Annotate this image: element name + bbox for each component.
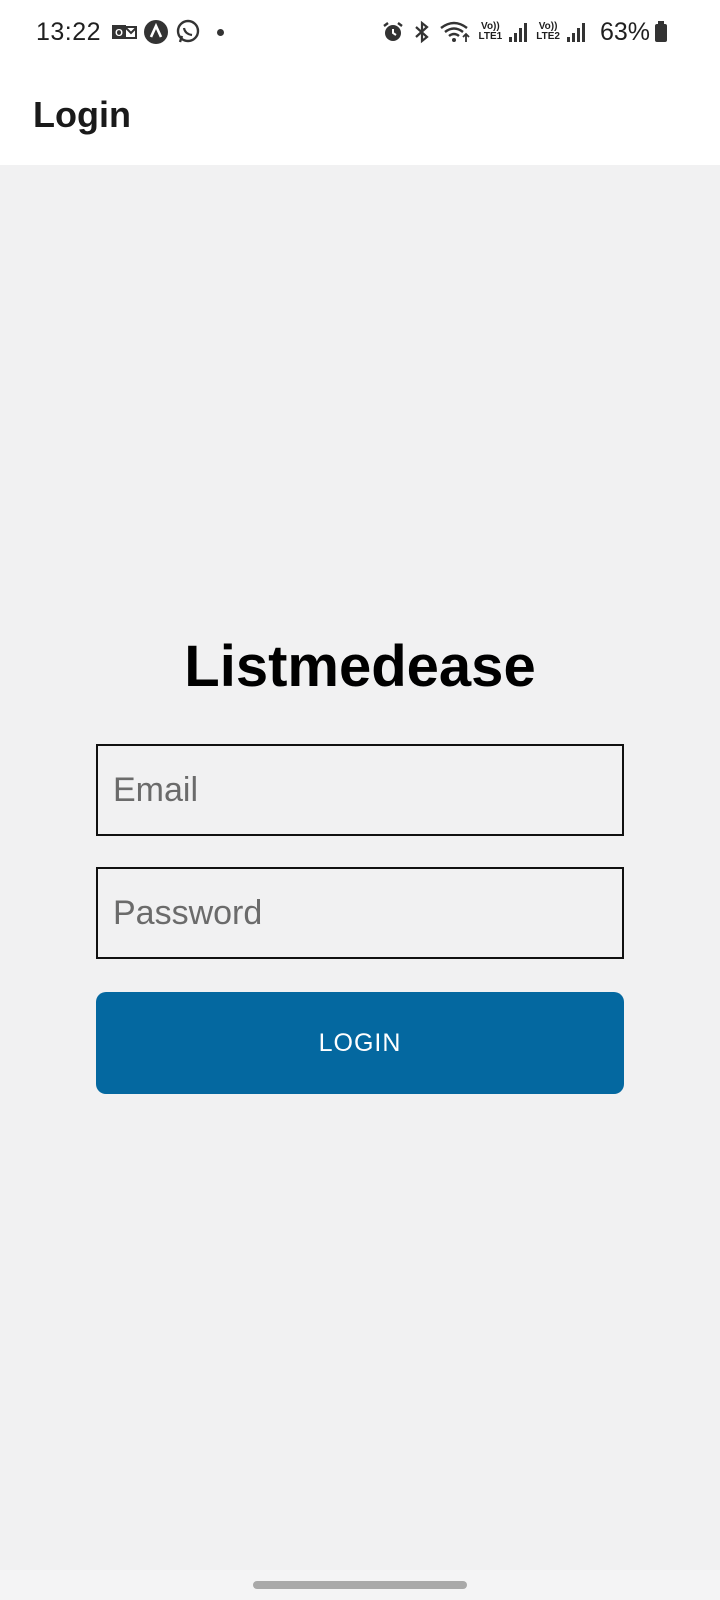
login-button[interactable]: LOGIN [96, 992, 624, 1094]
password-field[interactable] [96, 867, 624, 959]
sim2-volte-label: Vo)) LTE2 [536, 22, 560, 42]
whatsapp-icon [175, 19, 201, 45]
navigation-bar [0, 1570, 720, 1600]
page-title: Login [33, 93, 131, 135]
notification-dot-icon [217, 28, 225, 36]
login-screen: Listmedease LOGIN [0, 165, 720, 1570]
outlook-icon: O [111, 21, 138, 43]
email-field[interactable] [96, 744, 624, 836]
sim1-lte-label: LTE1 [478, 31, 503, 42]
status-bar: 13:22 O Vo)) LTE1 Vo)) LTE2 63% [0, 0, 720, 64]
app-brand-title: Listmedease [184, 634, 536, 699]
sim1-volte-label: Vo)) LTE1 [479, 22, 503, 42]
svg-text:O: O [115, 28, 123, 39]
signal-icon [508, 21, 530, 43]
app-bar: Login [0, 64, 720, 165]
home-gesture-handle[interactable] [253, 1581, 467, 1589]
status-bar-left: 13:22 O [36, 17, 225, 47]
alarm-icon [381, 20, 405, 44]
wifi-icon [439, 20, 473, 44]
signal-icon [566, 21, 588, 43]
status-bar-right: Vo)) LTE1 Vo)) LTE2 63% [381, 18, 674, 47]
battery-icon [654, 21, 668, 43]
clock: 13:22 [36, 17, 102, 46]
battery-percent: 63% [599, 17, 650, 46]
app-a-icon [143, 19, 169, 45]
bluetooth-icon [411, 20, 433, 44]
sim2-lte-label: LTE2 [536, 31, 560, 42]
